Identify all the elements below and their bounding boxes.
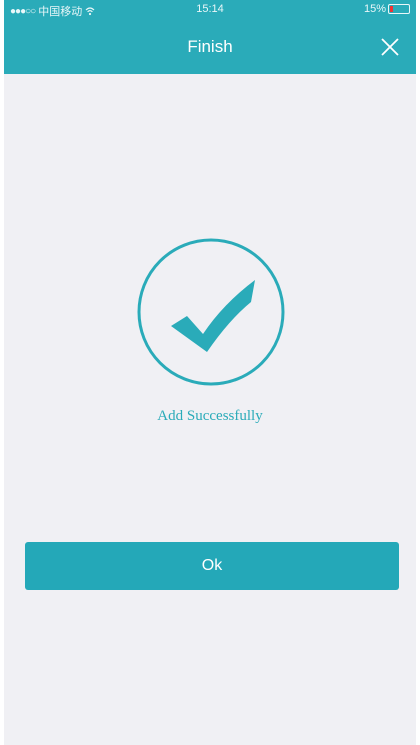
app-screen: ●●●○○ 中国移动 15:14 15% Finish Add Successf… — [4, 0, 416, 745]
status-right: 15% — [364, 3, 410, 15]
status-time: 15:14 — [196, 3, 224, 15]
status-bar: ●●●○○ 中国移动 15:14 15% — [4, 0, 416, 20]
checkmark-circle-icon — [137, 238, 285, 386]
nav-bar: Finish — [4, 20, 416, 74]
close-icon — [381, 38, 399, 56]
battery-icon — [388, 4, 410, 14]
battery-percent: 15% — [363, 3, 386, 15]
ok-button[interactable]: Ok — [25, 542, 399, 590]
close-button[interactable] — [374, 31, 406, 63]
success-message: Add Successfully — [157, 408, 263, 424]
page-title: Finish — [187, 37, 233, 56]
